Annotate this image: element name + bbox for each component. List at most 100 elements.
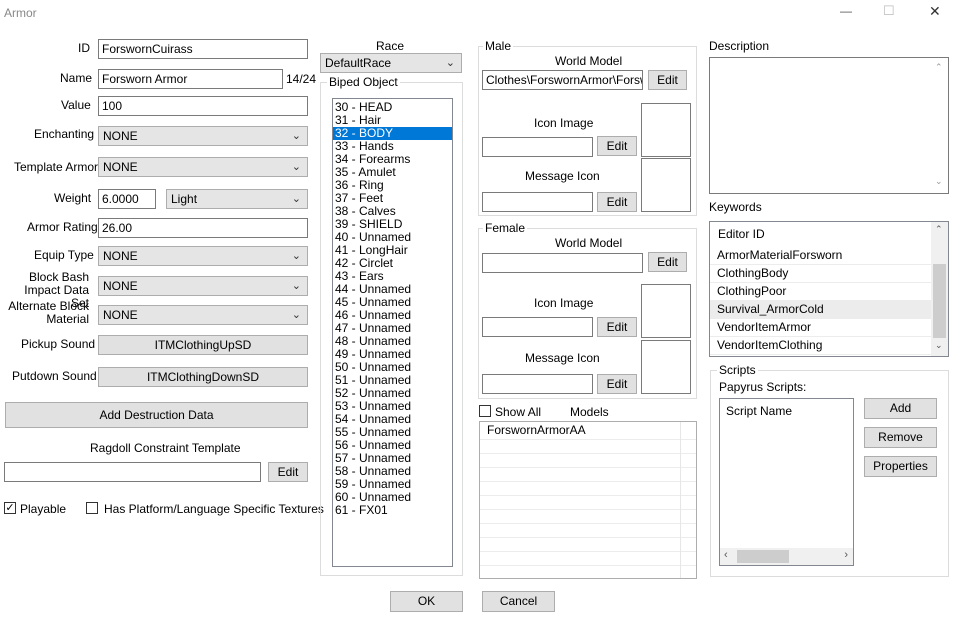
female-icon-image-field[interactable] [482,317,593,337]
scrollbar-thumb[interactable] [933,264,946,338]
scroll-left-icon[interactable]: ‹ [724,549,728,561]
keyword-item[interactable]: VendorItemClothing [710,337,948,355]
keyword-item[interactable]: ArmorMaterialForsworn [710,247,948,265]
scripts-list[interactable]: Script Name ‹ › [719,398,854,566]
chevron-down-icon: ⌄ [291,280,301,292]
block-bash-dropdown[interactable]: NONE ⌄ [98,276,308,296]
close-icon[interactable]: ✕ [929,3,941,20]
female-message-icon-edit-button[interactable]: Edit [597,374,637,394]
keyword-item[interactable]: Survival_ArmorCold [710,301,948,319]
enchanting-value: NONE [103,129,138,143]
scroll-down-icon[interactable]: ⌄ [935,340,943,351]
playable-checkbox[interactable]: ✓ [4,502,16,514]
scrollbar-thumb[interactable] [737,550,789,563]
scripts-hscrollbar[interactable]: ‹ › [720,548,853,565]
weight-class-value: Light [171,192,198,206]
models-list[interactable]: ForswornArmorAA [479,421,697,579]
name-field[interactable]: Forsworn Armor [98,69,283,89]
weight-field[interactable]: 6.0000 [98,189,156,209]
race-dropdown[interactable]: DefaultRace ⌄ [320,53,462,73]
scroll-right-icon[interactable]: › [844,549,848,561]
remove-script-button[interactable]: Remove [864,427,937,448]
equip-type-label: Equip Type [34,248,94,262]
female-message-icon-field[interactable] [482,374,593,394]
scroll-up-icon[interactable]: ⌃ [935,62,943,73]
enchanting-dropdown[interactable]: NONE ⌄ [98,126,308,146]
name-char-count: 14/24 [286,72,317,86]
male-world-model-edit-button[interactable]: Edit [648,70,687,90]
add-destruction-data-button[interactable]: Add Destruction Data [5,402,308,428]
equip-type-value: NONE [103,249,138,263]
female-world-model-edit-button[interactable]: Edit [648,252,687,272]
male-message-icon-field[interactable] [482,192,593,212]
alt-block-dropdown[interactable]: NONE ⌄ [98,305,308,325]
id-label: ID [78,41,90,55]
female-world-model-label: World Model [555,236,623,250]
keyword-item[interactable]: ClothingBody [710,265,948,283]
chevron-down-icon: ⌄ [291,250,301,262]
window-title: Armor [4,6,37,20]
add-script-button[interactable]: Add [864,398,937,419]
putdown-sound-label: Putdown Sound [12,369,97,383]
keywords-column-header[interactable]: Editor ID [710,222,948,247]
chevron-down-icon: ⌄ [291,130,301,142]
scripts-column-header[interactable]: Script Name [720,399,853,423]
pickup-sound-label: Pickup Sound [21,337,96,351]
biped-object-list[interactable]: 30 - HEAD 31 - Hair 32 - BODY 33 - Hands 34 … [332,98,453,567]
model-empty-row [480,440,696,454]
models-label: Models [570,405,609,419]
model-empty-row [480,454,696,468]
armor-rating-label: Armor Rating [27,220,98,234]
platform-textures-label: Has Platform/Language Specific Textures [104,502,324,516]
biped-object-title: Biped Object [327,75,400,89]
ok-button[interactable]: OK [390,591,463,612]
platform-textures-checkbox[interactable] [86,502,98,514]
scroll-down-icon[interactable]: ⌄ [935,176,943,187]
cancel-button[interactable]: Cancel [482,591,555,612]
model-empty-row [480,524,696,538]
ragdoll-label: Ragdoll Constraint Template [90,441,241,455]
male-icon-image-field[interactable] [482,137,593,157]
male-icon-image-edit-button[interactable]: Edit [597,136,637,156]
description-scrollbar[interactable]: ⌃ ⌄ [931,58,948,193]
equip-type-dropdown[interactable]: NONE ⌄ [98,246,308,266]
weight-label: Weight [54,191,92,205]
armor-rating-field[interactable]: 26.00 [98,218,308,238]
male-title: Male [483,39,514,53]
model-empty-row [480,468,696,482]
template-armor-label: Template Armor [14,160,99,174]
female-icon-image-label: Icon Image [534,296,594,310]
chevron-down-icon: ⌄ [291,309,301,321]
weight-class-dropdown[interactable]: Light ⌄ [166,189,308,209]
script-properties-button[interactable]: Properties [864,456,937,477]
biped-slot-item[interactable]: 61 - FX01 [333,504,452,517]
description-label: Description [709,39,770,53]
ragdoll-edit-button[interactable]: Edit [268,462,308,482]
keyword-item[interactable]: VendorItemArmor [710,319,948,337]
model-empty-row [480,496,696,510]
female-world-model-field[interactable] [482,253,643,273]
model-empty-row [480,552,696,566]
value-field[interactable]: 100 [98,96,308,116]
male-message-icon-edit-button[interactable]: Edit [597,192,637,212]
female-icon-image-edit-button[interactable]: Edit [597,317,637,337]
keywords-scrollbar[interactable]: ⌃ ⌄ [931,222,948,356]
ragdoll-field[interactable] [4,462,261,482]
keyword-item[interactable]: ClothingPoor [710,283,948,301]
scroll-up-icon[interactable]: ⌃ [935,224,943,235]
id-field[interactable]: ForswornCuirass [98,39,308,59]
pickup-sound-button[interactable]: ITMClothingUpSD [98,335,308,355]
show-all-checkbox[interactable] [479,405,491,417]
description-text [710,58,948,62]
model-empty-row [480,538,696,552]
model-item[interactable]: ForswornArmorAA [480,422,696,440]
keywords-list[interactable]: Editor ID ArmorMaterialForsworn ClothingB… [709,221,949,357]
putdown-sound-button[interactable]: ITMClothingDownSD [98,367,308,387]
male-world-model-field[interactable]: Clothes\ForswornArmor\ForswornCuirass [482,70,643,90]
description-field[interactable]: ⌃ ⌄ [709,57,949,194]
minimize-icon[interactable]: — [840,4,852,18]
template-armor-dropdown[interactable]: NONE ⌄ [98,157,308,177]
maximize-icon[interactable]: ☐ [883,3,895,19]
model-empty-row [480,510,696,524]
race-label: Race [376,39,405,53]
